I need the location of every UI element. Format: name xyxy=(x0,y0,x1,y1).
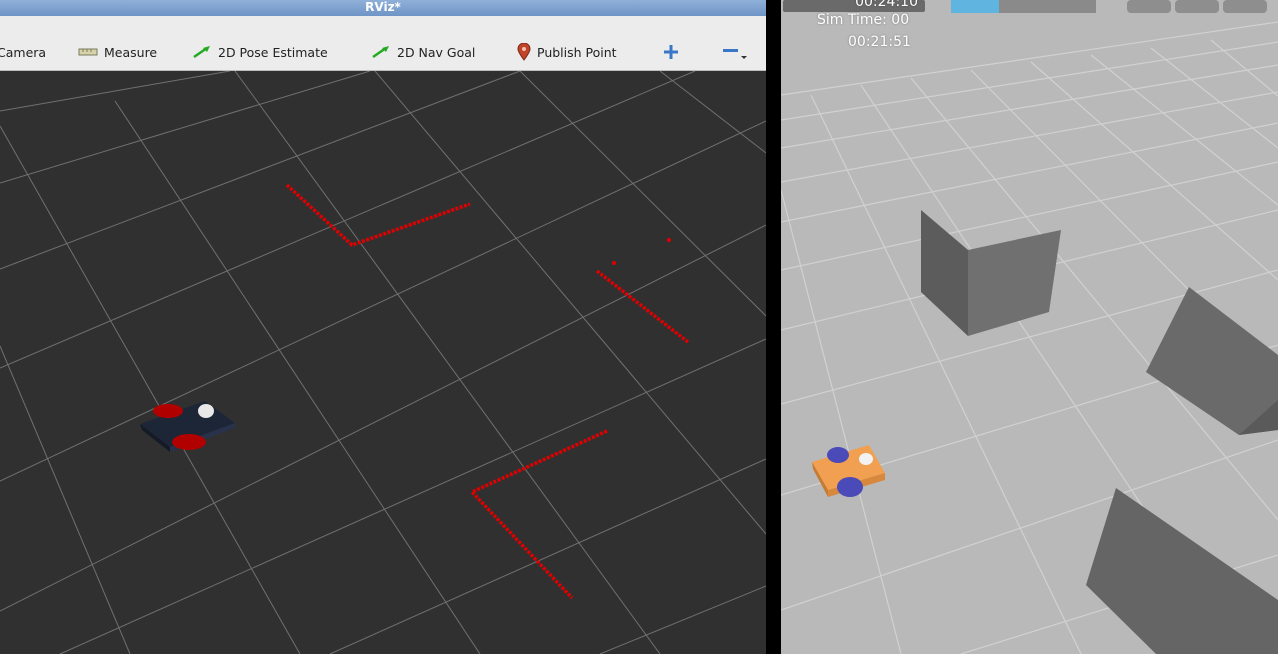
nav-goal-tool-button[interactable]: 2D Nav Goal xyxy=(371,43,475,61)
measure-tool-button[interactable]: Measure xyxy=(78,43,157,61)
window-title: RViz* xyxy=(365,0,401,14)
remove-tool-button[interactable] xyxy=(722,43,750,61)
plus-icon xyxy=(664,45,678,59)
rviz-title-bar: RViz* xyxy=(0,0,766,16)
ruler-icon xyxy=(78,48,98,56)
toolbar-tab[interactable] xyxy=(1048,0,1096,13)
sim-time-label: Sim Time: 00 xyxy=(817,12,910,28)
nav-goal-label: 2D Nav Goal xyxy=(397,44,476,60)
real-time-readout: 00:24:10 xyxy=(855,0,918,10)
pose-estimate-tool-button[interactable]: 2D Pose Estimate xyxy=(192,43,328,61)
publish-point-label: Publish Point xyxy=(537,44,617,60)
gazebo-window: 00:24:10 Sim Time: 00 00:21:51 xyxy=(781,0,1278,654)
laser-point xyxy=(667,238,671,242)
view-button[interactable] xyxy=(1127,0,1171,13)
sim-time-value: 00:21:51 xyxy=(848,34,911,50)
nav-goal-arrow-icon xyxy=(372,46,389,59)
toolbar-tab-active[interactable] xyxy=(951,0,999,13)
publish-point-tool-button[interactable]: Publish Point xyxy=(517,43,617,61)
map-pin-icon xyxy=(517,43,531,61)
camera-tool-button[interactable]: Camera xyxy=(0,43,46,61)
laser-point xyxy=(612,261,616,265)
rviz-3d-view[interactable] xyxy=(0,71,766,654)
pose-arrow-icon xyxy=(193,46,210,59)
pose-estimate-label: 2D Pose Estimate xyxy=(218,44,328,60)
add-tool-button[interactable] xyxy=(663,43,679,61)
measure-label: Measure xyxy=(104,44,158,60)
toolbar-tab[interactable] xyxy=(999,0,1048,13)
gazebo-3d-view[interactable] xyxy=(781,0,1278,654)
window-divider xyxy=(766,0,781,654)
rviz-window: RViz* Camera Measure 2D Pose Estimate 2D… xyxy=(0,0,766,654)
rviz-toolbar: Camera Measure 2D Pose Estimate 2D Nav G… xyxy=(0,16,766,71)
camera-label: Camera xyxy=(0,44,47,60)
minus-icon xyxy=(723,49,747,59)
view-button[interactable] xyxy=(1223,0,1267,13)
view-button[interactable] xyxy=(1175,0,1219,13)
